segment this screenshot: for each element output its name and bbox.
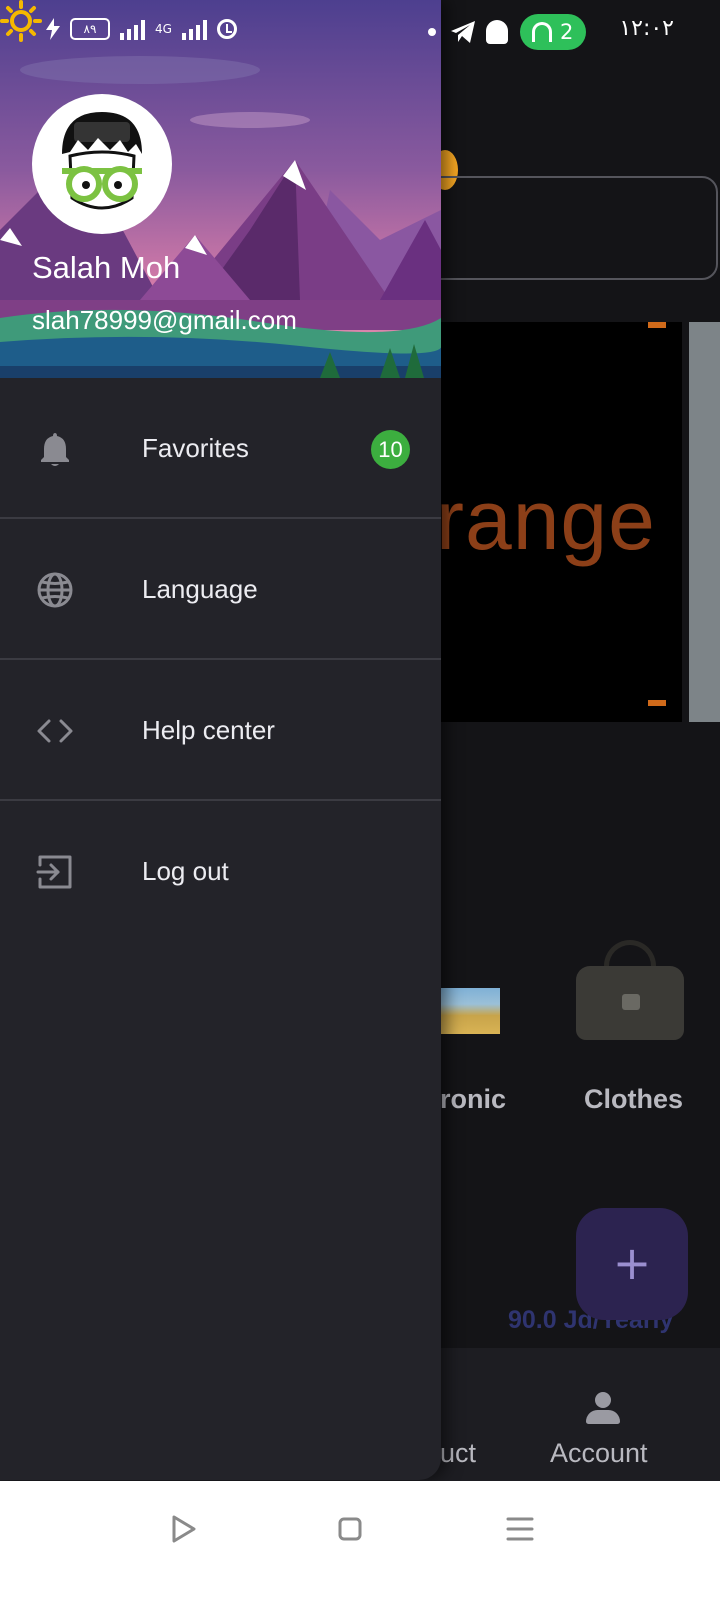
menu-label-favorites: Favorites — [142, 433, 249, 463]
banner-corner-mark — [648, 322, 666, 328]
charging-icon — [46, 18, 60, 40]
signal-icon — [120, 18, 145, 40]
network-type-label: 4G — [155, 22, 172, 36]
menu-label-help-center: Help center — [142, 715, 275, 745]
category-image-clothes[interactable] — [570, 940, 690, 1046]
nav-item-product[interactable]: uct — [440, 1438, 476, 1469]
home-square-icon[interactable] — [330, 1509, 370, 1549]
menu-label-log-out: Log out — [142, 856, 229, 886]
navigation-drawer: Salah Moh slah78999@gmail.com Favorites … — [0, 0, 441, 1480]
menu-item-language[interactable]: Language — [0, 519, 441, 660]
menu-item-log-out[interactable]: Log out — [0, 801, 441, 942]
user-email: slah78999@gmail.com — [32, 305, 297, 335]
alarm-icon — [216, 19, 237, 39]
notification-dot-icon — [428, 28, 436, 36]
telegram-icon — [451, 21, 475, 43]
menu-item-help-center[interactable]: Help center — [0, 660, 441, 801]
background-search-field[interactable] — [400, 176, 718, 280]
category-image-electronics[interactable] — [440, 988, 500, 1034]
category-label-electronics[interactable]: ronic — [440, 1084, 506, 1115]
status-bar: ٨٩ 4G 2 ١٢:٠٢ — [0, 0, 720, 64]
drawer-menu: Favorites 10 Language Help center Log ou… — [0, 378, 441, 942]
menu-item-favorites[interactable]: Favorites 10 — [0, 378, 441, 519]
clock-time: ١٢:٠٢ — [619, 16, 674, 41]
system-navigation-bar — [0, 1481, 720, 1600]
menu-lines-icon[interactable] — [500, 1509, 540, 1549]
account-icon[interactable] — [586, 1392, 620, 1426]
snapchat-icon — [486, 20, 508, 44]
menu-label-language: Language — [142, 574, 258, 604]
plus-icon: + — [612, 1236, 652, 1290]
avatar-logo-image — [62, 112, 142, 210]
user-name: Salah Moh — [32, 250, 181, 285]
code-icon — [37, 719, 73, 743]
background-banner-next[interactable] — [689, 322, 720, 722]
background-banner[interactable]: range — [400, 322, 682, 722]
banner-text: range — [436, 473, 656, 567]
favorites-count-badge: 10 — [371, 430, 410, 469]
bag-clasp — [622, 994, 640, 1010]
battery-icon: ٨٩ — [70, 18, 110, 40]
logout-icon — [36, 855, 72, 889]
nav-item-account[interactable]: Account — [550, 1438, 648, 1469]
banner-corner-mark — [648, 700, 666, 706]
category-label-clothes[interactable]: Clothes — [584, 1084, 683, 1115]
hotspot-icon — [532, 22, 552, 42]
back-triangle-icon[interactable] — [162, 1509, 202, 1549]
hotspot-badge: 2 — [520, 14, 586, 50]
bell-icon — [41, 433, 69, 466]
avatar[interactable] — [32, 94, 172, 234]
add-button[interactable]: + — [576, 1208, 688, 1320]
globe-icon — [37, 572, 73, 608]
signal-icon-2 — [181, 18, 207, 40]
